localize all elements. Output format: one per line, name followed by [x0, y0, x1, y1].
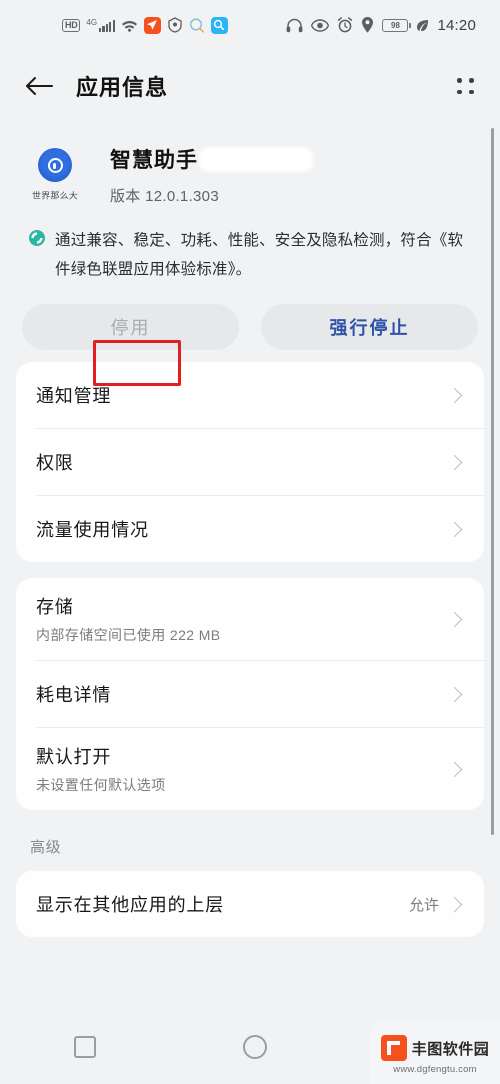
- list-item-label: 耗电详情: [36, 685, 112, 705]
- list-item-label: 权限: [36, 453, 74, 473]
- list-item-label: 显示在其他应用的上层: [36, 895, 224, 915]
- battery-level-label: 98: [391, 20, 400, 30]
- leaf-icon: [416, 19, 429, 32]
- location-icon: [361, 17, 374, 33]
- four-dot-menu-icon[interactable]: [453, 74, 478, 98]
- app-meta: 智慧助手 版本 12.0.1.303: [110, 140, 500, 206]
- list-item-permissions[interactable]: 权限: [16, 429, 484, 495]
- chevron-right-icon: [446, 896, 463, 912]
- hd-icon: HD: [62, 18, 81, 32]
- wifi-icon: [121, 18, 138, 32]
- network-generation-label: 4G: [86, 17, 98, 27]
- list-item-label: 默认打开: [36, 747, 112, 767]
- app-version: 版本 12.0.1.303: [110, 188, 219, 205]
- app-icon-caption: 世界那么大: [31, 191, 78, 201]
- settings-card-advanced: 显示在其他应用的上层 允许: [16, 871, 484, 937]
- list-item-label: 流量使用情况: [36, 520, 149, 540]
- action-button-row: 停用 强行停止: [0, 288, 500, 362]
- list-item-display-over-other-apps[interactable]: 显示在其他应用的上层 允许: [16, 871, 484, 937]
- watermark-name: 丰图软件园: [411, 1040, 490, 1058]
- page-title: 应用信息: [76, 75, 169, 100]
- status-bar: HD 4G 98 14:20: [0, 0, 500, 50]
- status-bar-left: HD 4G: [62, 16, 228, 34]
- headphone-icon: [286, 18, 303, 33]
- list-item-notifications[interactable]: 通知管理: [16, 362, 484, 428]
- app-header: 世界那么大 智慧助手 版本 12.0.1.303: [0, 122, 500, 212]
- force-stop-button[interactable]: 强行停止: [261, 304, 478, 350]
- certification-text: 通过兼容、稳定、功耗、性能、安全及隐私检测，符合《软件绿色联盟应用体验标准》。: [55, 232, 464, 278]
- app-name-row: 智慧助手: [110, 144, 500, 174]
- section-title-advanced: 高级: [30, 839, 62, 856]
- list-item-battery-usage[interactable]: 耗电详情: [16, 661, 484, 727]
- back-arrow-icon[interactable]: [22, 69, 56, 103]
- status-bar-right: 98 14:20: [286, 17, 476, 34]
- settings-card-general: 通知管理 权限 流量使用情况: [16, 362, 484, 562]
- list-item-value: 允许: [408, 896, 439, 914]
- settings-card-resources: 存储 内部存储空间已使用 222 MB 耗电详情 默认打开 未设置任何默认选项: [16, 578, 484, 810]
- alarm-icon: [337, 17, 353, 33]
- signal-bars-icon: 4G: [86, 17, 115, 32]
- chevron-right-icon: [446, 521, 463, 537]
- app-icon-block: 世界那么大: [0, 140, 110, 206]
- clock-label: 14:20: [437, 16, 476, 34]
- chevron-right-icon: [446, 454, 463, 470]
- app-name: 智慧助手: [110, 149, 198, 172]
- watermark-url: www.dgfengtu.com: [393, 1064, 477, 1075]
- watermark: 丰图软件园 www.dgfengtu.com: [370, 1022, 500, 1084]
- green-alliance-badge-icon: [28, 229, 46, 284]
- navigation-app-icon: [143, 16, 161, 34]
- disable-button[interactable]: 停用: [22, 304, 239, 350]
- eye-comfort-icon: [311, 18, 330, 32]
- chevron-right-icon: [446, 611, 463, 627]
- battery-icon: 98: [382, 18, 411, 32]
- list-item-sublabel: 未设置任何默认选项: [36, 777, 166, 793]
- list-item-data-usage[interactable]: 流量使用情况: [16, 496, 484, 562]
- chevron-right-icon: [446, 686, 463, 702]
- list-item-storage[interactable]: 存储 内部存储空间已使用 222 MB: [16, 578, 484, 660]
- circle-home-icon[interactable]: [242, 1035, 267, 1059]
- redaction-block: [202, 149, 310, 169]
- chevron-right-icon: [446, 761, 463, 777]
- square-recents-icon[interactable]: [73, 1036, 96, 1058]
- signal-strength-bars: [99, 19, 115, 32]
- list-item-label: 通知管理: [36, 386, 112, 406]
- list-item-open-by-default[interactable]: 默认打开 未设置任何默认选项: [16, 728, 484, 810]
- search-app-icon: [210, 16, 228, 34]
- app-icon: [38, 148, 72, 182]
- certification-notice: 通过兼容、稳定、功耗、性能、安全及隐私检测，符合《软件绿色联盟应用体验标准》。: [0, 212, 500, 288]
- list-item-label: 存储: [36, 597, 74, 617]
- watermark-logo-icon: [380, 1035, 407, 1061]
- scrollbar[interactable]: [491, 128, 494, 835]
- search-bubble-icon: [189, 18, 205, 33]
- shield-app-icon: [167, 17, 183, 33]
- list-item-sublabel: 内部存储空间已使用 222 MB: [36, 627, 221, 643]
- chevron-right-icon: [446, 387, 463, 403]
- app-bar: 应用信息: [0, 50, 500, 122]
